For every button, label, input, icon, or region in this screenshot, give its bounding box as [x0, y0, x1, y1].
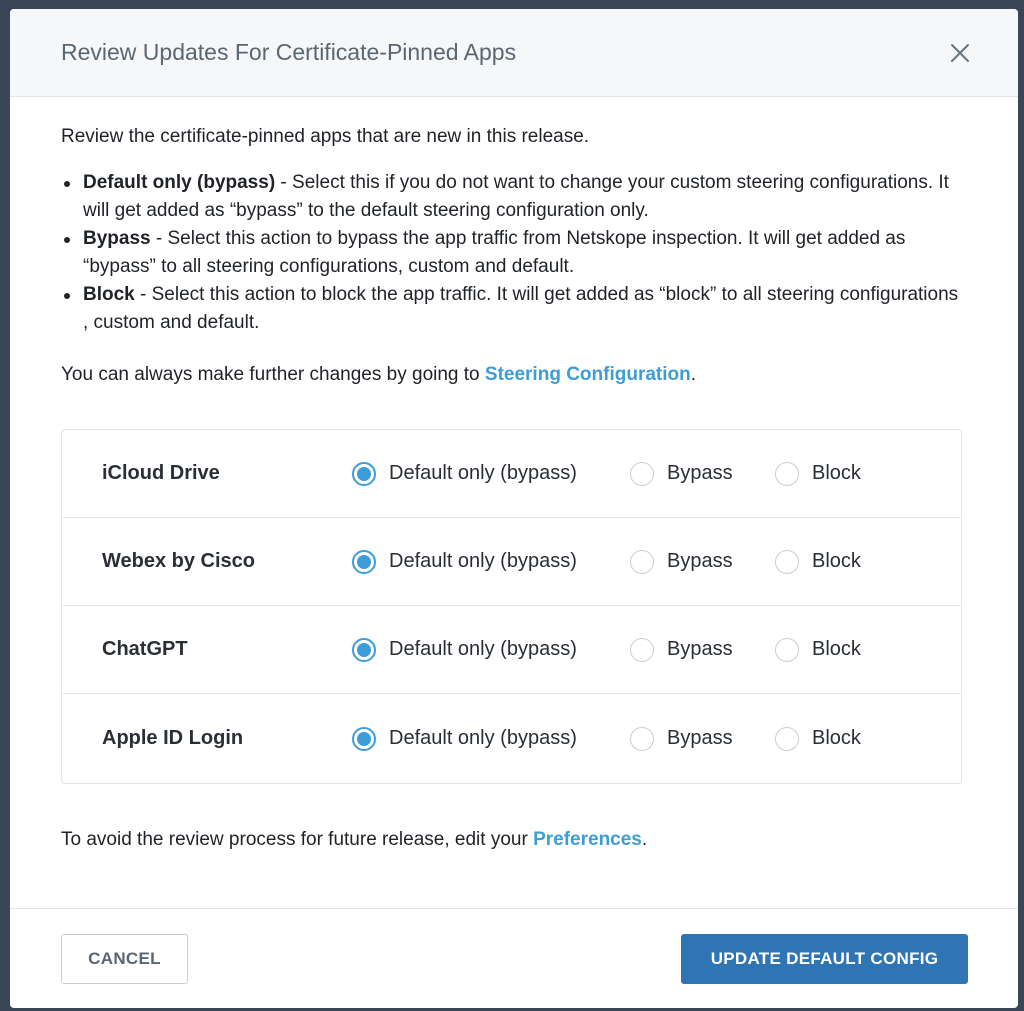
preferences-link[interactable]: Preferences: [533, 829, 642, 850]
app-name: Webex by Cisco: [102, 550, 256, 572]
radio-label-default: Default only (bypass): [389, 638, 577, 660]
radio-button-default[interactable]: [352, 461, 376, 486]
option-name: Block: [83, 284, 135, 305]
radio-label-bypass: Bypass: [667, 550, 733, 572]
app-name: Apple ID Login: [102, 727, 244, 749]
radio-label-bypass: Bypass: [667, 462, 733, 484]
further-changes-text: You can always make further changes by g…: [61, 364, 697, 385]
radio-button-default[interactable]: [352, 549, 376, 574]
option-text: - Select this action to block the app tr…: [83, 284, 959, 333]
option-description-bypass: Bypass - Select this action to bypass th…: [61, 225, 967, 281]
app-row: iCloud Drive Default only (bypass) Bypass B…: [62, 430, 961, 518]
radio-selected-dot: [357, 466, 371, 481]
intro-text: Review the certificate-pinned apps that …: [61, 126, 590, 147]
radio-button-default[interactable]: [352, 726, 376, 751]
radio-label-default: Default only (bypass): [389, 550, 577, 572]
radio-option-default[interactable]: Default only (bypass): [352, 726, 630, 751]
radio-selected-dot: [357, 642, 371, 657]
radio-option-default[interactable]: Default only (bypass): [352, 461, 630, 486]
radio-button-bypass[interactable]: [630, 549, 654, 574]
radio-option-bypass[interactable]: Bypass: [630, 549, 775, 574]
update-default-config-button[interactable]: UPDATE DEFAULT CONFIG: [681, 933, 968, 984]
radio-option-block[interactable]: Block: [775, 726, 861, 751]
option-descriptions: Default only (bypass) - Select this if y…: [61, 169, 967, 337]
option-text: - Select this action to bypass the app t…: [83, 228, 906, 277]
radio-label-block: Block: [812, 550, 861, 572]
option-name: Bypass: [83, 228, 151, 249]
radio-label-bypass: Bypass: [667, 727, 733, 749]
steering-configuration-link[interactable]: Steering Configuration: [485, 364, 691, 385]
radio-button-bypass[interactable]: [630, 726, 654, 751]
radio-option-block[interactable]: Block: [775, 549, 861, 574]
option-description-block: Block - Select this action to block the …: [61, 281, 967, 337]
radio-label-default: Default only (bypass): [389, 727, 577, 749]
dialog-footer: CANCEL UPDATE DEFAULT CONFIG: [10, 908, 1018, 1008]
app-row: ChatGPT Default only (bypass) Bypass Block: [62, 606, 961, 694]
app-name: ChatGPT: [102, 638, 188, 660]
radio-label-block: Block: [812, 462, 861, 484]
radio-label-block: Block: [812, 638, 861, 660]
cancel-button[interactable]: CANCEL: [61, 933, 188, 984]
app-name: iCloud Drive: [102, 462, 220, 484]
app-row: Webex by Cisco Default only (bypass) Bypas…: [62, 518, 961, 606]
review-updates-dialog: Review Updates For Certificate-Pinned Ap…: [10, 9, 1018, 1008]
radio-button-bypass[interactable]: [630, 637, 654, 662]
option-name: Default only (bypass): [83, 172, 276, 193]
dialog-body: Review the certificate-pinned apps that …: [10, 97, 1018, 852]
radio-selected-dot: [357, 731, 371, 746]
app-row: Apple ID Login Default only (bypass) Bypas…: [62, 694, 961, 783]
close-icon: [951, 43, 969, 62]
radio-option-bypass[interactable]: Bypass: [630, 637, 775, 662]
radio-button-block[interactable]: [775, 637, 799, 662]
radio-button-bypass[interactable]: [630, 461, 654, 486]
radio-option-default[interactable]: Default only (bypass): [352, 549, 630, 574]
radio-button-block[interactable]: [775, 461, 799, 486]
radio-selected-dot: [357, 554, 371, 569]
dialog-header: Review Updates For Certificate-Pinned Ap…: [10, 9, 1018, 97]
radio-label-block: Block: [812, 727, 861, 749]
radio-button-default[interactable]: [352, 637, 376, 662]
radio-option-block[interactable]: Block: [775, 461, 861, 486]
radio-button-block[interactable]: [775, 726, 799, 751]
radio-button-block[interactable]: [775, 549, 799, 574]
close-button[interactable]: [948, 41, 972, 65]
apps-table: iCloud Drive Default only (bypass) Bypass B…: [61, 429, 962, 784]
option-description-default: Default only (bypass) - Select this if y…: [61, 169, 967, 225]
radio-option-bypass[interactable]: Bypass: [630, 461, 775, 486]
radio-option-block[interactable]: Block: [775, 637, 861, 662]
radio-option-default[interactable]: Default only (bypass): [352, 637, 630, 662]
radio-option-bypass[interactable]: Bypass: [630, 726, 775, 751]
radio-label-bypass: Bypass: [667, 638, 733, 660]
radio-label-default: Default only (bypass): [389, 462, 577, 484]
dialog-title: Review Updates For Certificate-Pinned Ap…: [61, 39, 517, 65]
preferences-note: To avoid the review process for future r…: [61, 829, 648, 850]
